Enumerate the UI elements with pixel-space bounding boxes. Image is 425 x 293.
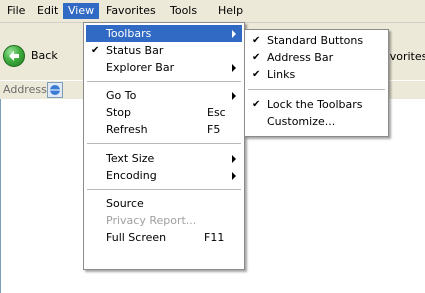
checkmark-icon: ✔	[252, 99, 261, 110]
favorites-button-label[interactable]: avorites	[383, 50, 425, 63]
toolbars-submenu: ✔ Standard Buttons ✔ Address Bar ✔ Links…	[244, 29, 389, 137]
submenu-arrow-icon	[232, 30, 236, 38]
menu-bar: File Edit View Favorites Tools Help	[0, 0, 425, 23]
menu-item-label: Go To	[106, 89, 137, 102]
menu-separator	[248, 89, 385, 90]
menu-item-label: Stop	[106, 106, 132, 119]
menu-separator	[87, 81, 241, 82]
checkmark-icon: ✔	[252, 52, 261, 63]
menu-separator	[87, 189, 241, 190]
menu-favorites[interactable]: Favorites	[101, 3, 161, 19]
menu-item-label: Encoding	[106, 169, 157, 182]
menu-item-label: Standard Buttons	[267, 34, 364, 47]
menu-item-refresh[interactable]: Refresh F5	[86, 121, 242, 138]
checkmark-icon: ✔	[91, 45, 100, 56]
address-label: Address	[3, 83, 47, 96]
menu-item-status-bar[interactable]: ✔ Status Bar	[86, 42, 242, 59]
back-arrow-icon	[3, 45, 25, 67]
menu-item-label: Status Bar	[106, 44, 164, 57]
submenu-arrow-icon	[232, 172, 236, 180]
menu-item-go-to[interactable]: Go To	[86, 87, 242, 104]
menu-item-source[interactable]: Source	[86, 195, 242, 212]
menu-item-full-screen[interactable]: Full Screen F11	[86, 229, 242, 246]
menu-item-label: Full Screen	[106, 231, 167, 244]
menu-item-encoding[interactable]: Encoding	[86, 167, 242, 184]
shortcut-label: F5	[207, 123, 221, 136]
menu-separator	[87, 143, 241, 144]
menu-item-toolbars[interactable]: Toolbars	[86, 25, 242, 42]
menu-item-label: Address Bar	[267, 51, 334, 64]
submenu-item-lock-toolbars[interactable]: ✔ Lock the Toolbars	[247, 96, 386, 113]
menu-item-text-size[interactable]: Text Size	[86, 150, 242, 167]
menu-item-label: Lock the Toolbars	[267, 98, 363, 111]
menu-edit[interactable]: Edit	[32, 3, 63, 19]
menu-help[interactable]: Help	[213, 3, 248, 19]
menu-item-label: Source	[106, 197, 144, 210]
menu-item-label: Text Size	[106, 152, 155, 165]
menu-view[interactable]: View	[63, 3, 100, 19]
menu-item-label: Toolbars	[106, 27, 152, 40]
shortcut-label: Esc	[207, 106, 226, 119]
submenu-item-customize[interactable]: Customize...	[247, 113, 386, 130]
menu-item-stop[interactable]: Stop Esc	[86, 104, 242, 121]
menu-file[interactable]: File	[2, 3, 30, 19]
submenu-item-address-bar[interactable]: ✔ Address Bar	[247, 49, 386, 66]
menu-item-privacy-report: Privacy Report...	[86, 212, 242, 229]
submenu-arrow-icon	[232, 64, 236, 72]
checkmark-icon: ✔	[252, 35, 261, 46]
submenu-arrow-icon	[232, 155, 236, 163]
checkmark-icon: ✔	[252, 69, 261, 80]
menu-item-label: Links	[267, 68, 296, 81]
menu-item-explorer-bar[interactable]: Explorer Bar	[86, 59, 242, 76]
menu-item-label: Refresh	[106, 123, 148, 136]
submenu-item-links[interactable]: ✔ Links	[247, 66, 386, 83]
menu-item-label: Privacy Report...	[106, 214, 197, 227]
menu-item-label: Customize...	[267, 115, 336, 128]
view-menu: Toolbars ✔ Status Bar Explorer Bar Go To…	[83, 22, 245, 270]
page-icon	[47, 82, 63, 98]
shortcut-label: F11	[204, 231, 225, 244]
back-button-label: Back	[31, 49, 58, 62]
menu-tools[interactable]: Tools	[165, 3, 202, 19]
submenu-item-standard-buttons[interactable]: ✔ Standard Buttons	[247, 32, 386, 49]
submenu-arrow-icon	[232, 92, 236, 100]
menu-item-label: Explorer Bar	[106, 61, 175, 74]
